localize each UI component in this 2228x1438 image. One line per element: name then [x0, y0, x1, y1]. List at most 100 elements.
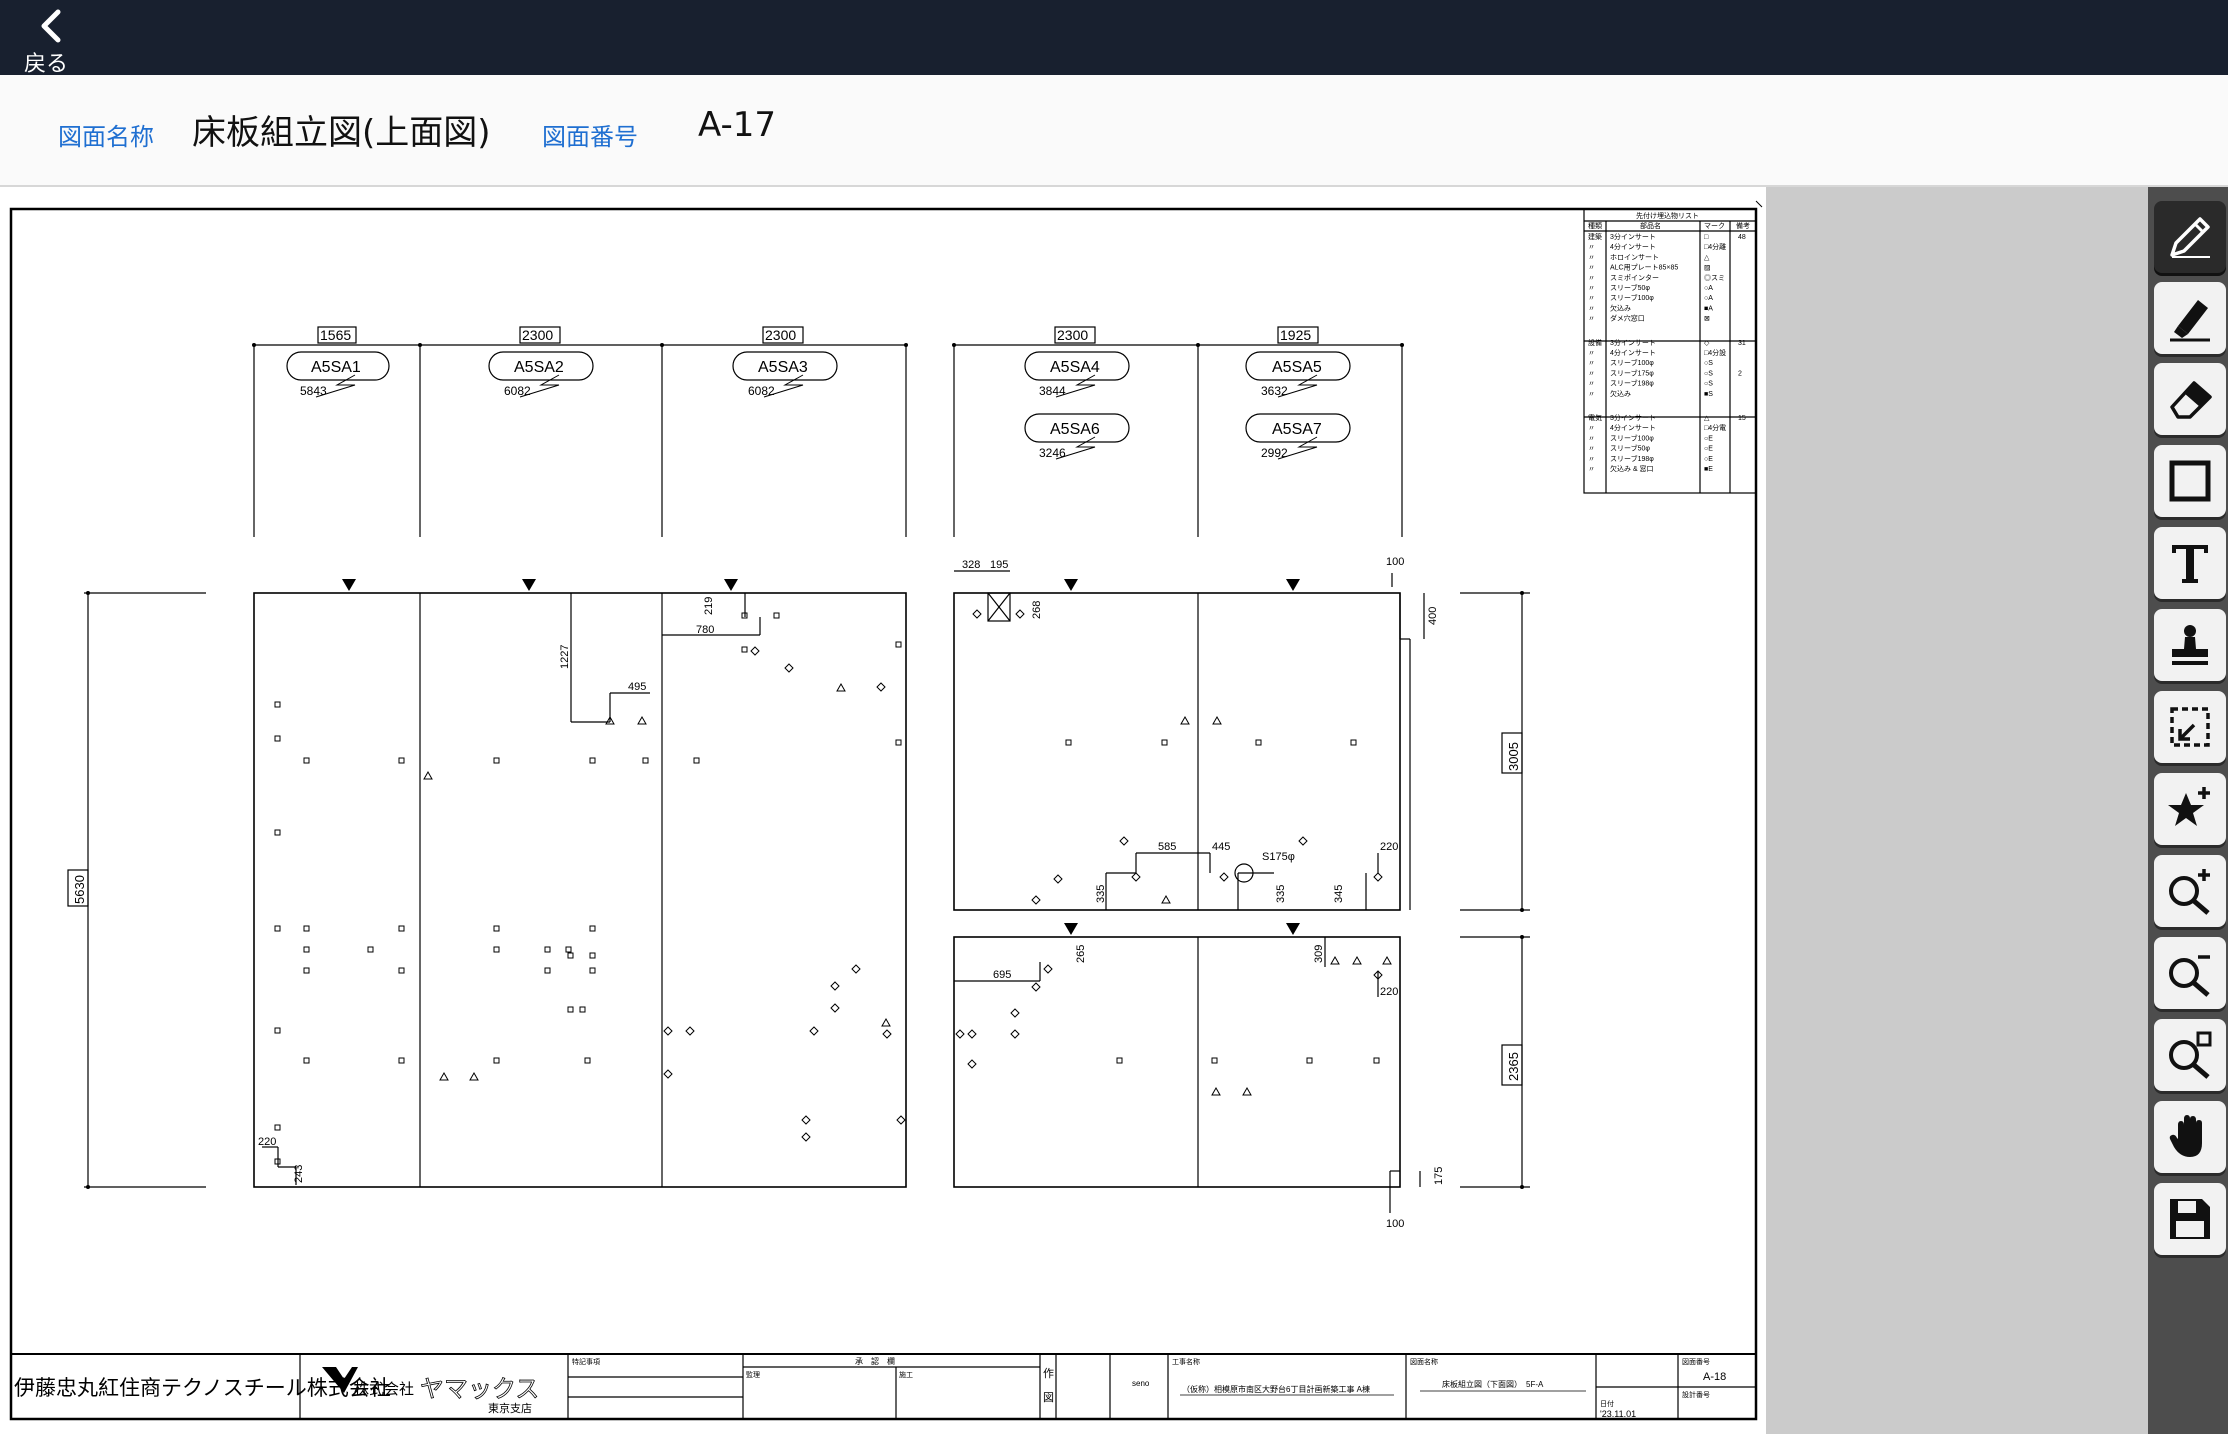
legend-cell: 15: [1738, 415, 1746, 422]
legend-cell: 欠込み: [1610, 303, 1631, 312]
dim-445: 445: [1212, 841, 1230, 853]
legend-cell: 〃: [1588, 360, 1595, 367]
legend-cell: 〃: [1588, 254, 1595, 261]
legend-cell: 4分インサート: [1610, 423, 1656, 432]
highlighter-icon: [2170, 300, 2210, 342]
maker-prefix: 株式会社: [354, 1381, 414, 1398]
svg-text:マーク: マーク: [1704, 222, 1725, 230]
eraser-tool-button[interactable]: [2154, 363, 2226, 435]
legend-cell: ○E: [1704, 456, 1713, 463]
star-plus-icon: [2168, 787, 2210, 826]
legend-cell: ○S: [1704, 381, 1713, 388]
pen-icon: [2170, 217, 2210, 258]
legend-cell: 2: [1738, 370, 1742, 377]
dim-100-bottom: 100: [1386, 1218, 1404, 1230]
date-value: '23.11.01: [1600, 1409, 1636, 1419]
floppy-disk-icon: [2170, 1199, 2210, 1239]
legend-cell: ダメ穴窓口: [1610, 314, 1645, 323]
rectangle-icon: [2169, 460, 2211, 502]
hand-icon: [2169, 1115, 2202, 1157]
svg-text:備考: 備考: [1736, 221, 1750, 230]
zoom-out-button[interactable]: [2154, 937, 2226, 1009]
zoom-in-button[interactable]: [2154, 855, 2226, 927]
select-region-tool-button[interactable]: [2154, 691, 2226, 763]
legend-cell: スリーブ50φ: [1610, 283, 1650, 292]
highlighter-tool-button[interactable]: [2154, 282, 2226, 354]
legend-cell: スリーブ100φ: [1610, 293, 1654, 302]
legend-cell: 〃: [1588, 244, 1595, 251]
panel-length-5: 3632: [1261, 384, 1288, 398]
dim-100-top: 100: [1386, 556, 1404, 568]
drawing-viewer[interactable]: 1565 2300 2300 2300 1925 A5SA1 A5SA2 A5S…: [0, 187, 1766, 1434]
dim-175: 175: [1433, 1167, 1445, 1185]
dim-585: 585: [1158, 841, 1176, 853]
dim-219: 219: [703, 597, 715, 615]
legend-cell: 3分インサート: [1610, 338, 1656, 347]
construction-label: 施工: [899, 1370, 913, 1379]
legend-cell: 〃: [1588, 425, 1595, 432]
rectangle-tool-button[interactable]: [2154, 445, 2226, 517]
select-region-icon: [2170, 707, 2210, 747]
dim-2365: 2365: [1506, 1052, 1521, 1081]
dim-345: 345: [1333, 885, 1345, 903]
annotation-toolbar: [2148, 187, 2228, 1434]
chevron-left-icon: [41, 9, 61, 43]
panel-length-1: 5843: [300, 384, 327, 398]
panel-width-3: 2300: [765, 327, 796, 343]
tokki-label: 特記事項: [572, 1357, 600, 1366]
drawing-number-label: 図面番号: [542, 123, 638, 151]
legend-cell: スリーブ175φ: [1610, 368, 1654, 377]
legend-cell: スリーブ100φ: [1610, 358, 1654, 367]
add-favorite-tool-button[interactable]: [2154, 773, 2226, 845]
drawing-number-value: A-17: [698, 105, 777, 145]
legend-cell: 〃: [1588, 456, 1595, 463]
number-value-tb: A-18: [1703, 1371, 1726, 1383]
legend-cell: ○E: [1704, 435, 1713, 442]
zoom-fit-button[interactable]: [2154, 1019, 2226, 1091]
legend-cell: スリーブ198φ: [1610, 379, 1654, 388]
dim-695: 695: [993, 969, 1011, 981]
legend-cell: 〃: [1588, 316, 1595, 323]
dim-220-lower: 220: [1380, 986, 1398, 998]
back-button[interactable]: 戻る: [12, 4, 82, 77]
legend-cell: □4分離: [1704, 242, 1726, 251]
svg-text:先付け埋込物リスト: 先付け埋込物リスト: [1636, 211, 1699, 220]
dim-335-b: 335: [1275, 885, 1287, 903]
supervision-label: 監理: [746, 1370, 760, 1379]
pan-tool-button[interactable]: [2154, 1101, 2226, 1173]
legend-cell: 欠込み: [1610, 389, 1631, 398]
dim-overall-left: 5630: [72, 875, 87, 904]
save-button[interactable]: [2154, 1183, 2226, 1255]
legend-cell: スミポインター: [1610, 273, 1659, 282]
stamp-tool-button[interactable]: [2154, 609, 2226, 681]
dim-265: 265: [1075, 945, 1087, 963]
zoom-fit-icon: [2169, 1031, 2212, 1079]
legend-cell: 〃: [1588, 391, 1595, 398]
maker-name: ヤマックス: [420, 1376, 539, 1403]
top-navigation-bar: 戻る: [0, 0, 2228, 77]
back-label: 戻る: [24, 52, 69, 77]
pen-tool-button[interactable]: [2154, 201, 2226, 273]
legend-cell: ALC用プレート85×85: [1610, 264, 1678, 272]
legend-cell: 〃: [1588, 275, 1595, 282]
panel-mark-4: A5SA4: [1050, 359, 1100, 376]
panel-mark-6: A5SA6: [1050, 421, 1100, 438]
legend-cell: 〃: [1588, 265, 1595, 272]
dim-780: 780: [696, 624, 714, 636]
svg-text:部品名: 部品名: [1640, 221, 1661, 230]
drafter-name: seno: [1132, 1379, 1150, 1388]
project-label: 工事名称: [1172, 1357, 1200, 1366]
legend-cell: 〃: [1588, 295, 1595, 302]
legend-cell: 〃: [1588, 305, 1595, 312]
drawing-name-label: 図面名称: [58, 123, 154, 151]
panel-length-6: 3246: [1039, 446, 1066, 460]
legend-cell: 4分インサート: [1610, 348, 1656, 357]
panel-length-7: 2992: [1261, 446, 1288, 460]
legend-cell: 電気: [1588, 413, 1602, 422]
legend-cell: 〃: [1588, 381, 1595, 388]
sleeve-label: S175φ: [1262, 851, 1295, 863]
legend-cell: △: [1704, 254, 1710, 261]
text-tool-button[interactable]: [2154, 527, 2226, 599]
legend-cell: 3分インサート: [1610, 232, 1656, 241]
drawing-title: 床板組立図（下面図） 5F-A: [1442, 1379, 1544, 1389]
